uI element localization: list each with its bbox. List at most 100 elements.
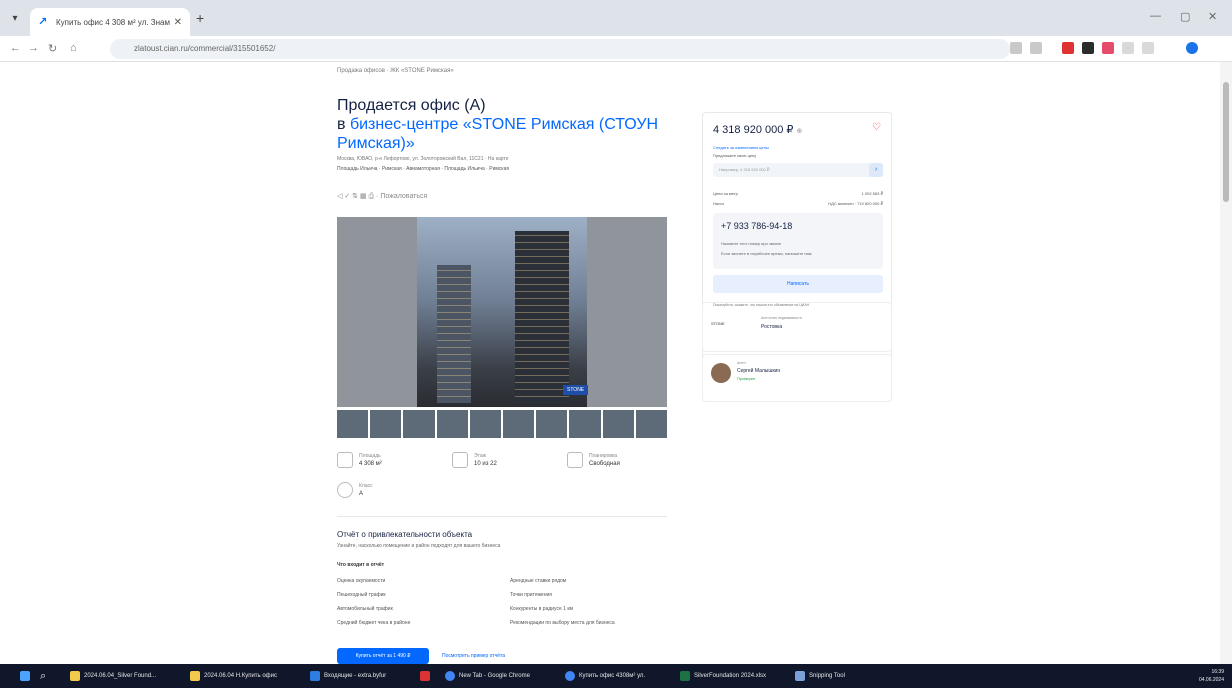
taskbar-item[interactable]: Snipping Tool [795, 670, 845, 682]
buy-report-button[interactable]: Купить отчёт за 1 490 ₽ [337, 648, 429, 664]
write-message-button[interactable]: Написать [713, 275, 883, 293]
title-in: в [337, 116, 350, 133]
mail-icon [310, 671, 320, 681]
profile-avatar-icon[interactable] [1186, 42, 1198, 54]
thumbnail[interactable] [635, 410, 668, 438]
report-heading: Что входит в отчёт [337, 562, 385, 568]
layout-icon [567, 452, 583, 468]
excel-icon [680, 671, 690, 681]
start-button[interactable] [20, 670, 30, 682]
new-tab-button[interactable]: + [196, 10, 204, 26]
extension-icon[interactable] [1082, 42, 1094, 54]
snipping-tool-icon [795, 671, 805, 681]
reload-icon[interactable]: ↻ [48, 42, 57, 55]
tower-main [515, 231, 569, 403]
phone-note[interactable]: Если звоните в нерабочее время, напишите… [721, 251, 812, 256]
windows-icon [20, 671, 30, 681]
price-per-meter-row: Цена за метр 1 002 563 ₽ [713, 191, 883, 196]
scrollbar-thumb[interactable] [1223, 82, 1229, 202]
home-icon[interactable]: ⌂ [70, 42, 77, 54]
taskbar-item[interactable] [420, 670, 430, 682]
breadcrumb[interactable]: Продажа офисов · ЖК «STONE Римская» [337, 68, 454, 74]
thumbnail[interactable] [602, 410, 634, 438]
fact-layout: Планировка Свободная [567, 452, 620, 468]
agent-card[interactable]: Агент Сергей Малышкин Проверен [702, 354, 892, 402]
tower-left [437, 265, 471, 403]
back-icon[interactable]: ← [10, 42, 21, 54]
agency-card[interactable]: STONE Агентство недвижимости Ростовка [702, 302, 892, 352]
taskbar-item[interactable]: Входящие - extra.byfur [310, 670, 386, 682]
minimize-button[interactable]: — [1150, 10, 1161, 22]
thumbnail[interactable] [370, 410, 402, 438]
thumbnail[interactable] [337, 410, 369, 438]
agent-label: Агент [737, 361, 747, 365]
agency-label: Агентство недвижимости [761, 316, 802, 320]
cian-favicon-icon: ↗ [38, 16, 48, 28]
tab-search-icon[interactable]: ▾ [8, 12, 22, 26]
report-list-right: Арендные ставки рядом Точки притяжения К… [510, 574, 615, 630]
agent-name[interactable]: Сергей Малышкин [737, 368, 780, 374]
list-item: Средний бюджет чека в районе [337, 620, 411, 626]
thumbnail[interactable] [569, 410, 601, 438]
report-list-left: Оценка окупаемости Пешеходный трафик Авт… [337, 574, 410, 630]
list-item: Конкуренты в радиусе 1 км [510, 606, 573, 612]
avatar [711, 363, 731, 383]
app-icon [420, 671, 430, 681]
page-scrollbar[interactable] [1220, 62, 1232, 664]
business-center-link[interactable]: бизнес-центре «STONE Римская (СТОУН Римс… [337, 116, 658, 152]
watch-price-link[interactable]: Следить за изменением цены [713, 145, 769, 150]
main-photo[interactable]: STONE [337, 217, 667, 407]
taskbar-item[interactable]: 2024.06.04 Н.Купить офис [190, 670, 277, 682]
object-facts: Площадь 4 308 м² Этаж 10 из 22 Планировка С… [337, 452, 667, 512]
agency-logo: STONE [711, 321, 725, 326]
maximize-button[interactable]: ▢ [1180, 10, 1190, 23]
fact-value: 4 308 м² [359, 460, 382, 467]
extension-icon[interactable] [1122, 42, 1134, 54]
clock[interactable]: 16:39 04.06.2024 [1199, 668, 1224, 684]
close-window-button[interactable]: ✕ [1208, 10, 1217, 23]
share-actions[interactable]: ◁ ✓ ⇅ ▦ ⎙ · Пожаловаться [337, 192, 427, 201]
thumbnail[interactable] [403, 410, 435, 438]
folder-icon [70, 671, 80, 681]
thumbnail[interactable] [503, 410, 535, 438]
bookmark-star-icon[interactable] [1030, 42, 1042, 54]
listing-page: Продажа офисов · ЖК «STONE Римская» Прод… [0, 62, 1220, 664]
thumbnail[interactable] [469, 410, 502, 438]
url-field[interactable]: zlatoust.cian.ru/commercial/315501652/ [110, 39, 1010, 59]
thumbnail[interactable] [536, 410, 568, 438]
pocket-icon[interactable] [1102, 42, 1114, 54]
favorite-heart-icon[interactable]: ♡ [872, 122, 881, 133]
price-history-icon[interactable]: ⊕ [796, 128, 802, 135]
zoom-icon[interactable] [1010, 42, 1022, 54]
thumbnail[interactable] [436, 410, 468, 438]
extension-icon[interactable] [1062, 42, 1074, 54]
puzzle-icon[interactable] [1142, 42, 1154, 54]
taskbar-item[interactable]: New Tab - Google Chrome [445, 670, 530, 682]
phone-number[interactable]: +7 933 786-94-18 [721, 221, 792, 231]
list-item: Рекомендации по выбору места для бизнеса [510, 620, 615, 626]
row-value: 1 002 563 ₽ [861, 191, 883, 196]
taskbar-item[interactable]: Купить офис 4308м² ул. [565, 670, 645, 682]
search-icon[interactable]: ⌕ [40, 670, 46, 682]
taskbar: ⌕ 2024.06.04_Silver Found... 2024.06.04 … [0, 664, 1232, 688]
page-title: Продается офис (А) в бизнес-центре «STON… [337, 96, 667, 153]
price: 4 318 920 000 ₽ ⊕ [713, 123, 802, 136]
fact-label: Класс [359, 482, 373, 489]
taskbar-item[interactable]: SilverFoundation 2024.xlsx [680, 670, 766, 682]
list-item: Пешеходный трафик [337, 592, 386, 598]
offer-submit-button[interactable]: › [869, 163, 883, 177]
forward-icon[interactable]: → [28, 42, 39, 54]
browser-tab[interactable]: ↗ Купить офис 4 308 м² ул. Знам... ✕ [30, 8, 190, 36]
agency-name[interactable]: Ростовка [761, 324, 782, 330]
tab-title: Купить офис 4 308 м² ул. Знам... [56, 17, 170, 27]
title-text: Продается офис (А) [337, 97, 486, 114]
offer-price-input[interactable]: Например, 4 318 920 000 ₽ › [713, 163, 883, 177]
offer-price-label: Предложите свою цену [713, 153, 757, 158]
address-line[interactable]: Москва, ЮВАО, р-н Лефортово, ул. Золотор… [337, 156, 508, 162]
area-icon [337, 452, 353, 468]
sample-report-link[interactable]: Посмотреть пример отчёта [442, 653, 505, 659]
tab-close-icon[interactable]: ✕ [174, 17, 182, 28]
photo-thumbnails [337, 410, 668, 438]
list-item: Арендные ставки рядом [510, 578, 567, 584]
taskbar-item[interactable]: 2024.06.04_Silver Found... [70, 670, 156, 682]
